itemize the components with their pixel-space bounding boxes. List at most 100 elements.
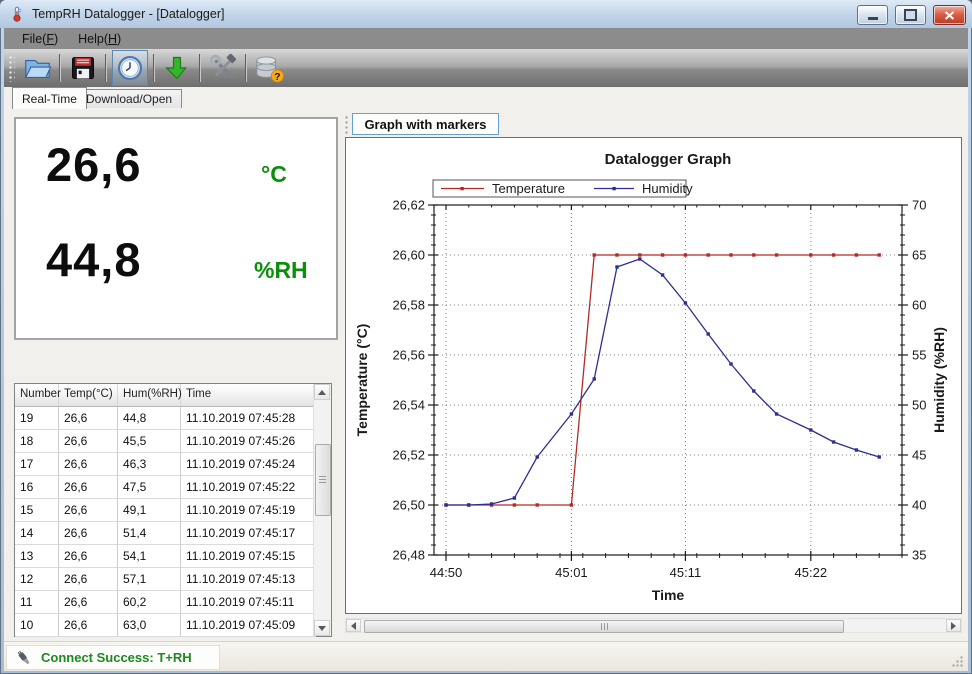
window-title: TempRH Datalogger - [Datalogger] [32, 7, 224, 21]
column-header[interactable]: Number [15, 384, 59, 406]
svg-text:26,58: 26,58 [392, 298, 425, 313]
table-cell: 18 [15, 430, 59, 453]
column-header[interactable]: Time [181, 384, 316, 406]
thermometer-icon [9, 6, 25, 22]
toolbar-separator [199, 54, 201, 82]
open-file-button[interactable] [20, 51, 54, 85]
save-button[interactable] [66, 51, 100, 85]
svg-text:26,62: 26,62 [392, 198, 425, 213]
table-cell: 11.10.2019 07:45:15 [181, 545, 316, 568]
table-row[interactable]: 1226,657,111.10.2019 07:45:13 [15, 568, 331, 591]
connector-icon [15, 649, 33, 667]
settings-button[interactable] [206, 51, 240, 85]
table-vertical-scrollbar[interactable] [313, 384, 331, 636]
menu-help[interactable]: Help(H) [68, 32, 131, 46]
table-cell: 60,2 [118, 591, 181, 614]
svg-text:26,56: 26,56 [392, 348, 425, 363]
table-cell: 11.10.2019 07:45:13 [181, 568, 316, 591]
svg-text:Temperature: Temperature [492, 181, 565, 196]
svg-text:45:22: 45:22 [795, 565, 828, 580]
table-cell: 11.10.2019 07:45:17 [181, 522, 316, 545]
arrow-left-icon [351, 622, 356, 630]
scroll-left-button[interactable] [346, 619, 361, 632]
svg-text:60: 60 [912, 298, 926, 313]
table-cell: 11.10.2019 07:45:26 [181, 430, 316, 453]
table-cell: 26,6 [59, 545, 118, 568]
tab-real-time[interactable]: Real-Time [12, 87, 87, 109]
splitter-gripper[interactable] [344, 115, 349, 135]
table-cell: 26,6 [59, 499, 118, 522]
svg-text:Datalogger Graph: Datalogger Graph [605, 151, 732, 168]
arrow-up-icon [318, 390, 326, 395]
column-header[interactable]: Temp(°C) [59, 384, 118, 406]
svg-text:Humidity (%RH): Humidity (%RH) [931, 327, 947, 433]
svg-text:45:01: 45:01 [555, 565, 588, 580]
table-cell: 63,0 [118, 614, 181, 637]
table-cell: 57,1 [118, 568, 181, 591]
table-cell: 16 [15, 476, 59, 499]
table-row[interactable]: 1626,647,511.10.2019 07:45:22 [15, 476, 331, 499]
chart-horizontal-scrollbar[interactable] [345, 618, 962, 633]
svg-text:26,48: 26,48 [392, 548, 425, 563]
temperature-unit: °C [261, 161, 287, 188]
scroll-down-button[interactable] [314, 620, 330, 636]
real-time-panel: 26,6 °C 44,8 %RH NumberTemp(°C)Hum(%RH)T… [4, 108, 968, 641]
status-message: Connect Success: T+RH [41, 650, 192, 665]
minimize-button[interactable] [857, 5, 888, 25]
table-row[interactable]: 1126,660,211.10.2019 07:45:11 [15, 591, 331, 614]
table-row[interactable]: 1426,651,411.10.2019 07:45:17 [15, 522, 331, 545]
table-body: 1926,644,811.10.2019 07:45:281826,645,51… [15, 407, 331, 637]
title-bar[interactable]: TempRH Datalogger - [Datalogger] [0, 0, 972, 28]
table-cell: 11.10.2019 07:45:11 [181, 591, 316, 614]
tab-strip: Real-Time Download/Open [4, 87, 968, 108]
svg-text:?: ? [274, 72, 280, 83]
svg-text:45: 45 [912, 448, 926, 463]
svg-text:44:50: 44:50 [430, 565, 463, 580]
table-cell: 26,6 [59, 522, 118, 545]
scroll-right-button[interactable] [946, 619, 961, 632]
svg-text:40: 40 [912, 498, 926, 513]
table-cell: 19 [15, 407, 59, 430]
svg-text:70: 70 [912, 198, 926, 213]
scroll-up-button[interactable] [314, 384, 330, 400]
maximize-button[interactable] [895, 5, 926, 25]
table-cell: 45,5 [118, 430, 181, 453]
table-cell: 51,4 [118, 522, 181, 545]
table-row[interactable]: 1926,644,811.10.2019 07:45:28 [15, 407, 331, 430]
table-row[interactable]: 1826,645,511.10.2019 07:45:26 [15, 430, 331, 453]
table-cell: 15 [15, 499, 59, 522]
svg-text:Temperature (°C): Temperature (°C) [354, 324, 370, 437]
table-cell: 10 [15, 614, 59, 637]
menu-file[interactable]: File(F) [4, 32, 68, 46]
scrollbar-thumb[interactable] [315, 444, 331, 516]
column-header[interactable]: Hum(%RH) [118, 384, 181, 406]
close-button[interactable] [933, 5, 966, 25]
tab-download-open[interactable]: Download/Open [76, 89, 182, 108]
save-floppy-icon [69, 54, 97, 82]
toolbar-gripper[interactable] [7, 54, 15, 82]
table-cell: 26,6 [59, 568, 118, 591]
minimize-icon [868, 17, 878, 20]
table-cell: 14 [15, 522, 59, 545]
connection-status: Connect Success: T+RH [6, 645, 220, 670]
table-row[interactable]: 1026,663,011.10.2019 07:45:09 [15, 614, 331, 637]
database-question-icon: ? [253, 53, 285, 83]
table-row[interactable]: 1526,649,111.10.2019 07:45:19 [15, 499, 331, 522]
scrollbar-thumb[interactable] [364, 620, 844, 633]
graph-with-markers-button[interactable]: Graph with markers [352, 113, 499, 135]
table-row[interactable]: 1326,654,111.10.2019 07:45:15 [15, 545, 331, 568]
table-header: NumberTemp(°C)Hum(%RH)Time [15, 384, 331, 407]
toolbar-separator [153, 54, 155, 82]
download-button[interactable] [160, 51, 194, 85]
table-row[interactable]: 1726,646,311.10.2019 07:45:24 [15, 453, 331, 476]
toolbar-separator [245, 54, 247, 82]
real-time-button[interactable] [112, 50, 148, 86]
table-cell: 11.10.2019 07:45:09 [181, 614, 316, 637]
table-cell: 11.10.2019 07:45:28 [181, 407, 316, 430]
table-cell: 54,1 [118, 545, 181, 568]
table-cell: 49,1 [118, 499, 181, 522]
download-arrow-icon [163, 54, 191, 82]
table-cell: 11.10.2019 07:45:22 [181, 476, 316, 499]
resize-grip[interactable] [951, 655, 964, 668]
database-query-button[interactable]: ? [252, 51, 286, 85]
